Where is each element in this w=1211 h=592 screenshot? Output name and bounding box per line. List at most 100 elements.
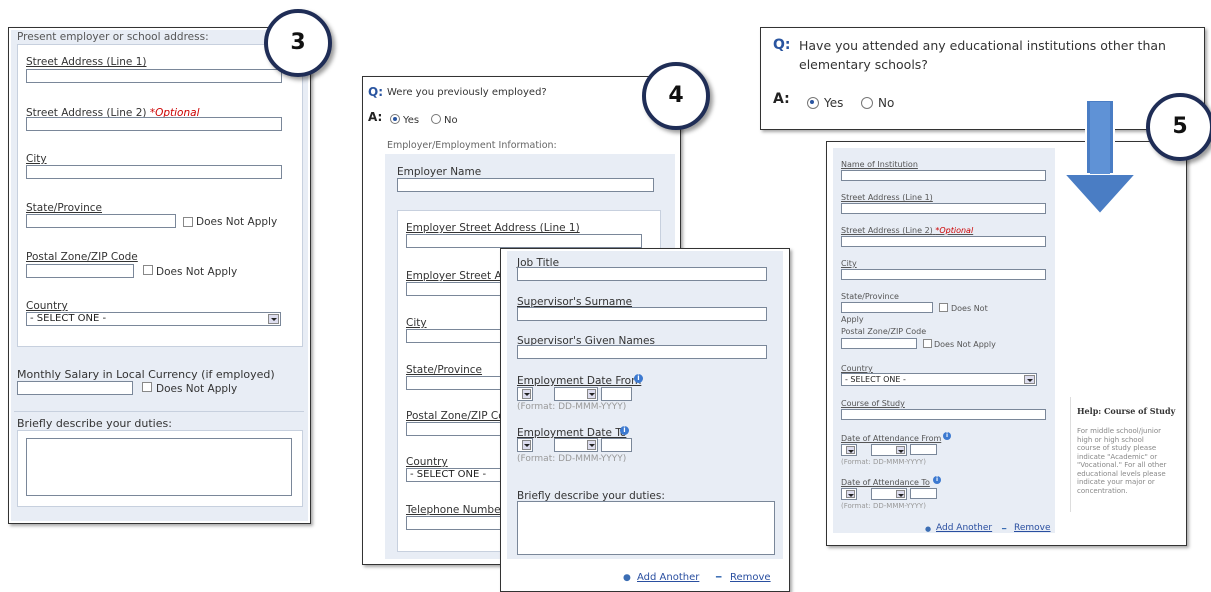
employer-street1-label: Employer Street Address (Line 1) [406,222,580,234]
postal-does-not-apply-checkbox[interactable] [923,339,932,348]
chevron-down-icon [846,446,855,454]
salary-input[interactable] [17,381,133,395]
attend-to-day[interactable] [841,488,857,500]
step-badge-5: 5 [1146,93,1211,161]
street2-input[interactable] [841,236,1046,247]
yes-radio[interactable] [390,114,400,124]
date-to-year[interactable] [601,438,632,452]
attend-to-year[interactable] [910,488,937,499]
attend-to-month[interactable] [871,488,907,500]
city-input[interactable] [26,165,282,179]
salary-does-not-apply-checkbox[interactable] [142,382,152,392]
answer-prefix: A: [773,91,790,107]
step-badge-3-number: 3 [290,30,306,55]
no-radio[interactable] [861,97,873,109]
state-apply-label: Apply [841,315,864,324]
chevron-down-icon [896,490,905,498]
postal-does-not-apply-label: Does Not Apply [156,266,238,278]
remove-icon: ━ [716,573,722,583]
attend-from-month[interactable] [871,444,907,456]
no-label: No [444,115,458,126]
step-badge-4: 4 [642,62,710,130]
chevron-down-icon [896,446,905,454]
state-does-not-apply-checkbox[interactable] [183,217,193,227]
attend-from-day[interactable] [841,444,857,456]
remove-link[interactable]: Remove [1014,523,1051,533]
question-line1: Have you attended any educational instit… [799,38,1166,53]
postal-does-not-apply-checkbox[interactable] [143,265,153,275]
country-select-value: - SELECT ONE - [30,313,107,324]
country-label: Country [26,300,68,312]
job-duties-textarea[interactable] [517,501,775,555]
info-icon[interactable]: i [620,426,629,435]
info-icon[interactable]: i [943,432,951,440]
step-badge-5-number: 5 [1172,114,1188,139]
no-label: No [878,96,895,110]
course-input[interactable] [841,409,1046,420]
attend-from-label: Date of Attendance From [841,434,942,443]
date-to-format: (Format: DD-MMM-YYYY) [517,454,627,464]
date-from-year[interactable] [601,387,632,401]
chevron-down-icon [522,389,531,399]
chevron-down-icon [587,440,596,450]
date-from-label: Employment Date From [517,375,642,387]
add-another-link[interactable]: Add Another [936,523,992,533]
employer-name-input[interactable] [397,178,654,192]
yes-label: Yes [403,115,420,126]
date-from-format: (Format: DD-MMM-YYYY) [517,402,627,412]
country-label: Country [841,364,873,373]
country-select[interactable]: - SELECT ONE - [26,312,281,326]
help-divider [1070,397,1071,512]
postal-label: Postal Zone/ZIP Code [841,327,927,336]
info-icon[interactable]: i [933,476,941,484]
date-to-day[interactable] [517,438,533,452]
state-input[interactable] [26,214,176,228]
course-label: Course of Study [841,399,905,408]
step-badge-3: 3 [264,9,332,77]
supervisor-given-input[interactable] [517,345,767,359]
attend-from-year[interactable] [910,444,937,455]
info-icon[interactable]: i [634,374,643,383]
country-select-value: - SELECT ONE - [845,375,906,384]
chevron-down-icon [587,389,596,399]
employer-name-label: Employer Name [397,166,482,178]
date-from-month[interactable] [554,387,598,401]
street-line2-input[interactable] [26,117,282,131]
postal-input[interactable] [841,338,917,349]
postal-label: Postal Zone/ZIP Code [26,251,138,263]
postal-input[interactable] [26,264,134,278]
date-from-day[interactable] [517,387,533,401]
state-does-not-checkbox[interactable] [939,303,948,312]
city-input[interactable] [841,269,1046,280]
institution-input[interactable] [841,170,1046,181]
no-radio[interactable] [431,114,441,124]
job-title-input[interactable] [517,267,767,281]
date-to-month[interactable] [554,438,598,452]
street1-input[interactable] [841,203,1046,214]
street-line1-input[interactable] [26,69,282,83]
add-icon: ● [623,573,631,583]
employer-street1-input[interactable] [406,234,642,248]
state-input[interactable] [841,302,933,313]
panel-job-details: Job Title Supervisor's Surname Superviso… [500,248,790,592]
chevron-down-icon [522,440,531,450]
duties-textarea[interactable] [26,438,292,496]
employer-state-label: State/Province [406,364,483,376]
add-icon: ● [925,525,932,533]
step-badge-4-number: 4 [668,83,684,108]
add-another-link[interactable]: Add Another [637,572,699,583]
city-label: City [26,153,47,165]
yes-label: Yes [824,96,844,110]
country-select[interactable]: - SELECT ONE - [841,373,1037,386]
employer-country-value: - SELECT ONE - [410,469,487,480]
employer-country-label: Country [406,456,448,468]
remove-link[interactable]: Remove [730,572,771,583]
attend-from-format: (Format: DD-MMM-YYYY) [841,458,926,466]
chevron-down-icon [1024,375,1035,384]
yes-radio[interactable] [807,97,819,109]
panel-present-employer: Present employer or school address: Stre… [8,27,311,524]
supervisor-surname-input[interactable] [517,307,767,321]
chevron-down-icon [268,314,279,324]
institution-label: Name of Institution [841,160,918,169]
telephone-label: Telephone Number [406,504,505,516]
